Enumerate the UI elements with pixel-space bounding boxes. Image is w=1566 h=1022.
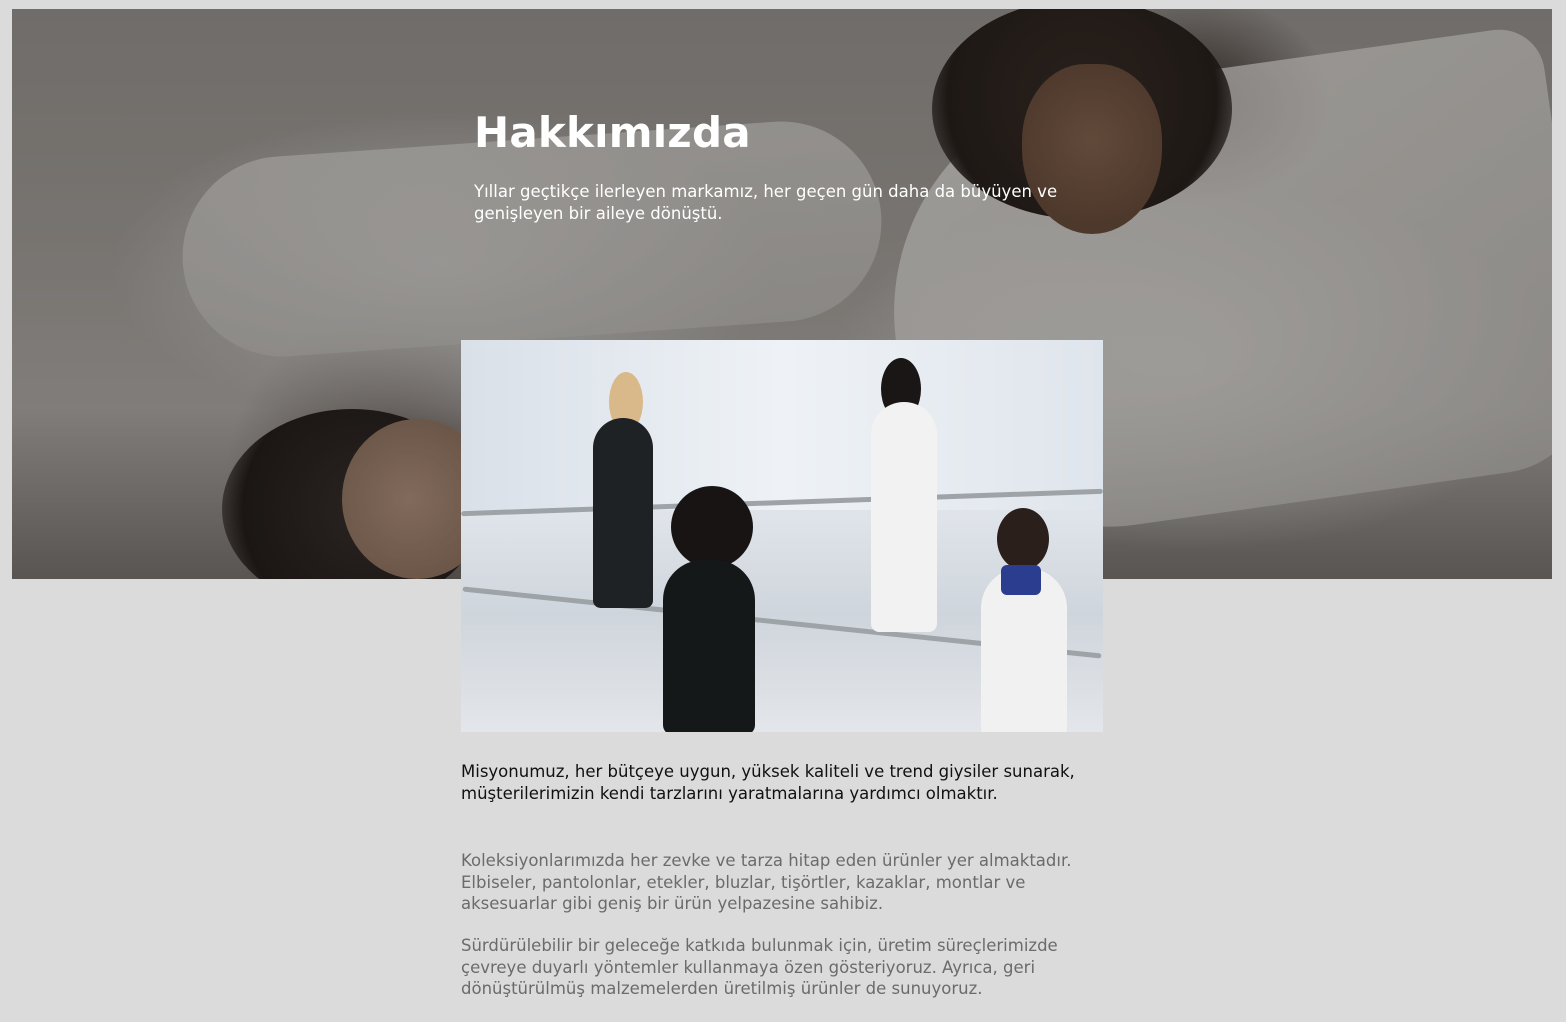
hero-subtitle: Yıllar geçtikçe ilerleyen markamız, her …	[474, 182, 1058, 223]
photo-detail	[997, 508, 1049, 570]
photo-detail	[1001, 565, 1041, 595]
collection-paragraph: Koleksiyonlarımızda her zevke ve tarza h…	[461, 851, 1072, 913]
photo-detail	[663, 560, 755, 732]
photo-detail	[671, 486, 753, 568]
sustainability-paragraph: Sürdürülebilir bir geleceğe katkıda bulu…	[461, 936, 1058, 998]
page-title: Hakkımızda	[474, 108, 751, 157]
feature-photo	[461, 340, 1103, 732]
photo-detail	[871, 402, 937, 632]
photo-detail	[461, 340, 1103, 510]
mission-statement: Misyonumuz, her bütçeye uygun, yüksek ka…	[461, 762, 1075, 803]
photo-detail	[593, 418, 653, 608]
